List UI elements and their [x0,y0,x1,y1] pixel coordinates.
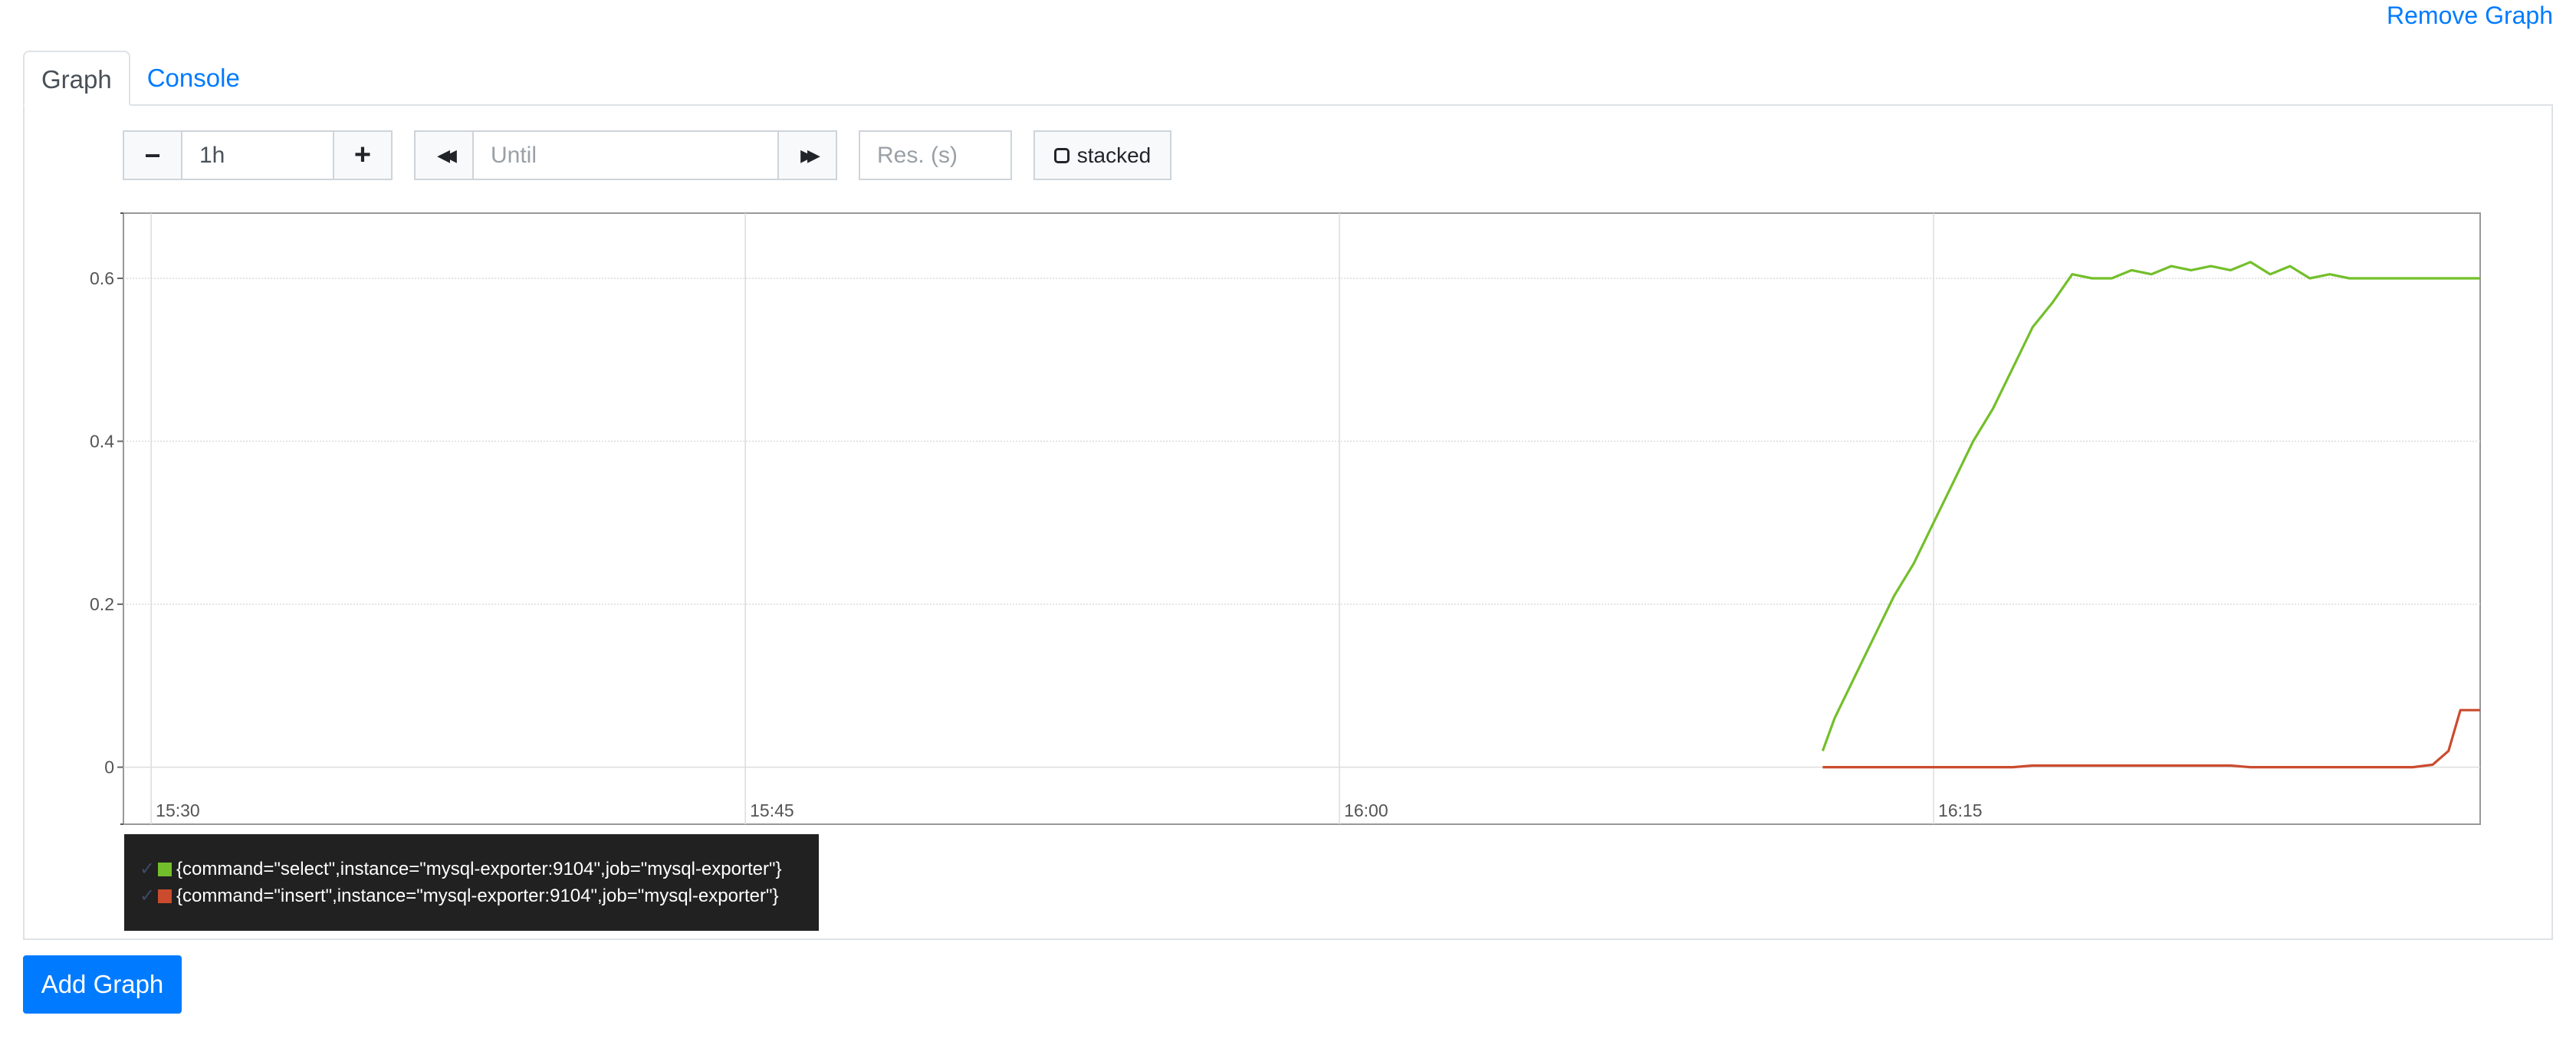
legend-label: {command="select",instance="mysql-export… [176,858,782,879]
tab-graph[interactable]: Graph [23,51,130,106]
series-line-1 [1822,708,2480,769]
y-tick-label: 0.2 [90,594,114,614]
legend-item-select[interactable]: ✓ {command="select",instance="mysql-expo… [140,856,819,882]
checkmark-icon: ✓ [140,859,156,879]
legend: ✓ {command="select",instance="mysql-expo… [124,834,819,931]
y-tick-label: 0.6 [90,268,114,288]
x-tick-label: 15:45 [750,800,794,820]
series-line-0 [1821,261,2480,751]
checkmark-icon: ✓ [140,886,156,906]
add-graph-button[interactable]: Add Graph [23,955,182,1014]
y-tick-label: 0 [104,758,114,777]
y-tick-label: 0.4 [90,432,114,452]
x-tick-label: 16:00 [1344,800,1388,820]
x-tick-label: 15:30 [156,800,200,820]
x-tick-label: 16:15 [1938,800,1983,820]
legend-swatch [158,889,172,903]
legend-label: {command="insert",instance="mysql-export… [176,885,779,906]
plot-frame [123,212,2481,825]
legend-item-insert[interactable]: ✓ {command="insert",instance="mysql-expo… [140,882,819,909]
legend-swatch [158,862,172,876]
